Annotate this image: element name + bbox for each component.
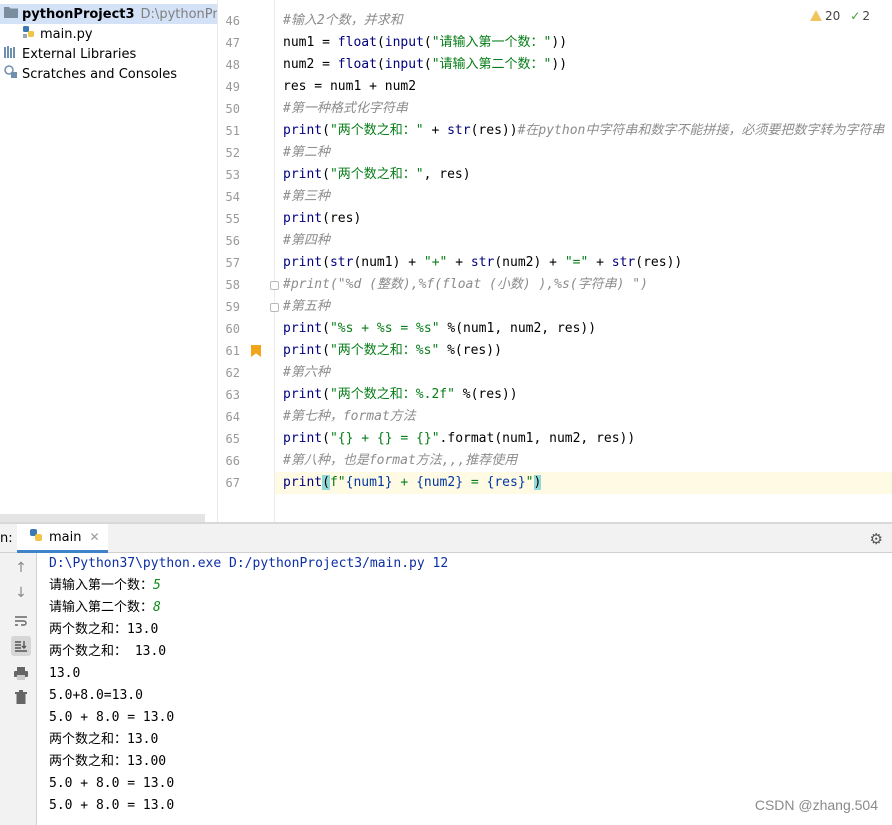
- warning-icon: [810, 10, 823, 21]
- code-line: #第一种格式化字符串: [283, 101, 408, 116]
- run-tab-label: main: [49, 529, 82, 545]
- code-line: print("{} + {} = {}".format(num1, num2, …: [283, 431, 636, 446]
- fold-marker-icon[interactable]: [270, 303, 279, 312]
- warnings-count: 20: [825, 9, 841, 23]
- arrow-down-icon[interactable]: ↓: [11, 583, 31, 603]
- bookmark-icon[interactable]: [251, 345, 261, 357]
- code-line: print(f"{num1} + {num2} = {res}"): [283, 475, 542, 490]
- code-editor[interactable]: 46 47 48 49 50 51 52 53 54 55 56 57 58 5…: [217, 0, 892, 522]
- console-line: 5.0 + 8.0 = 13.0: [49, 776, 175, 791]
- tree-item-label: Scratches and Consoles: [22, 66, 178, 82]
- line-number: 47: [225, 36, 240, 50]
- line-number: 56: [225, 234, 240, 248]
- code-line: #第八种，也是format方法,,,推荐使用: [283, 453, 518, 468]
- line-number: 57: [225, 256, 240, 270]
- code-line: #输入2个数，并求和: [283, 13, 403, 28]
- python-file-icon: [22, 25, 36, 43]
- code-line: print("两个数之和：%.2f" %(res)): [283, 387, 518, 402]
- line-number: 61: [225, 344, 240, 358]
- inspection-widget[interactable]: 20 ✓ 2: [810, 9, 870, 23]
- line-number: 52: [225, 146, 240, 160]
- gear-icon[interactable]: ⚙: [870, 530, 883, 548]
- scratches-icon: [4, 65, 18, 83]
- ok-count: 2: [862, 9, 870, 23]
- code-line: #第六种: [283, 365, 330, 380]
- line-number: 50: [225, 102, 240, 116]
- code-line: print("%s + %s = %s" %(num1, num2, res)): [283, 321, 597, 336]
- line-number: 65: [225, 432, 240, 446]
- project-horizontal-scrollbar[interactable]: [0, 514, 205, 522]
- line-number: 62: [225, 366, 240, 380]
- code-line: print("两个数之和：", res): [283, 167, 471, 182]
- console-line: 请输入第一个数：5: [49, 578, 161, 593]
- console-line: 两个数之和： 13.0: [49, 644, 167, 659]
- console-line: 5.0+8.0=13.0: [49, 688, 143, 703]
- code-line: print(res): [283, 211, 362, 226]
- console-command-line: D:\Python37\python.exe D:/pythonProject3…: [49, 556, 449, 571]
- project-root-path: D:\pythonProject3: [140, 6, 217, 22]
- print-icon[interactable]: [11, 663, 31, 683]
- line-number: 59: [225, 300, 240, 314]
- watermark: CSDN @zhang.504: [754, 797, 878, 813]
- project-root-node[interactable]: pythonProject3 D:\pythonProject3: [0, 4, 217, 24]
- code-line: print(str(num1) + "+" + str(num2) + "=" …: [283, 255, 683, 270]
- code-line: #第七种，format方法: [283, 409, 416, 424]
- console-line: 两个数之和：13.0: [49, 622, 159, 637]
- editor-gutter[interactable]: 46 47 48 49 50 51 52 53 54 55 56 57 58 5…: [218, 0, 279, 522]
- console-line: 13.0: [49, 666, 81, 681]
- line-number: 51: [225, 124, 240, 138]
- tree-item-scratches[interactable]: Scratches and Consoles: [4, 64, 177, 84]
- line-number: 53: [225, 168, 240, 182]
- library-icon: [4, 45, 18, 63]
- line-number: 63: [225, 388, 240, 402]
- line-number: 58: [225, 278, 240, 292]
- run-tab-main[interactable]: main ✕: [17, 524, 108, 553]
- code-line: #print("%d (整数),%f(float (小数) ),%s(字符串) …: [283, 277, 648, 292]
- code-line: res = num1 + num2: [283, 79, 417, 94]
- code-line: #第五种: [283, 299, 330, 314]
- line-number: 67: [225, 476, 240, 490]
- tree-item-main-py[interactable]: main.py: [22, 24, 93, 44]
- console-line: 两个数之和：13.00: [49, 754, 167, 769]
- console-line: 请输入第二个数：8: [49, 600, 161, 615]
- checkmark-icon: ✓: [850, 9, 861, 23]
- run-window-title: n:: [0, 531, 13, 546]
- folder-icon: [4, 6, 18, 22]
- code-line: num2 = float(input("请输入第二个数：")): [283, 57, 568, 72]
- code-line: #第二种: [283, 145, 330, 160]
- line-number: 48: [225, 58, 240, 72]
- line-number: 55: [225, 212, 240, 226]
- code-line: print("两个数之和：" + str(res))#在python中字符串和数…: [283, 123, 885, 138]
- project-root-name: pythonProject3: [22, 6, 135, 22]
- line-number: 66: [225, 454, 240, 468]
- line-number: 46: [225, 14, 240, 28]
- code-line: print("两个数之和：%s" %(res)): [283, 343, 502, 358]
- soft-wrap-icon[interactable]: [11, 611, 31, 631]
- run-toolbar: ↑ ↓: [0, 553, 37, 825]
- run-tool-window-header: n: main ✕ ⚙: [0, 524, 892, 553]
- line-number: 49: [225, 80, 240, 94]
- tree-item-label: main.py: [40, 26, 93, 42]
- console-line: 5.0 + 8.0 = 13.0: [49, 710, 175, 725]
- project-tool-window: pythonProject3 D:\pythonProject3 main.py…: [0, 0, 217, 522]
- code-line: #第四种: [283, 233, 330, 248]
- warnings-indicator[interactable]: 20: [810, 9, 840, 23]
- tree-item-label: External Libraries: [22, 46, 137, 62]
- arrow-up-icon[interactable]: ↑: [11, 558, 31, 578]
- line-number: 54: [225, 190, 240, 204]
- console-line: 两个数之和：13.0: [49, 732, 159, 747]
- ok-indicator[interactable]: ✓ 2: [850, 9, 870, 23]
- console-output[interactable]: D:\Python37\python.exe D:/pythonProject3…: [37, 553, 892, 825]
- console-line: 5.0 + 8.0 = 13.0: [49, 798, 175, 813]
- python-icon: [29, 528, 43, 546]
- code-line: num1 = float(input("请输入第一个数：")): [283, 35, 568, 50]
- scroll-to-end-icon[interactable]: [11, 636, 31, 656]
- close-icon[interactable]: ✕: [89, 530, 99, 544]
- trash-icon[interactable]: [11, 687, 31, 707]
- fold-marker-icon[interactable]: [270, 281, 279, 290]
- line-number: 64: [225, 410, 240, 424]
- line-number: 60: [225, 322, 240, 336]
- code-line: #第三种: [283, 189, 330, 204]
- tree-item-external-libraries[interactable]: External Libraries: [4, 44, 136, 64]
